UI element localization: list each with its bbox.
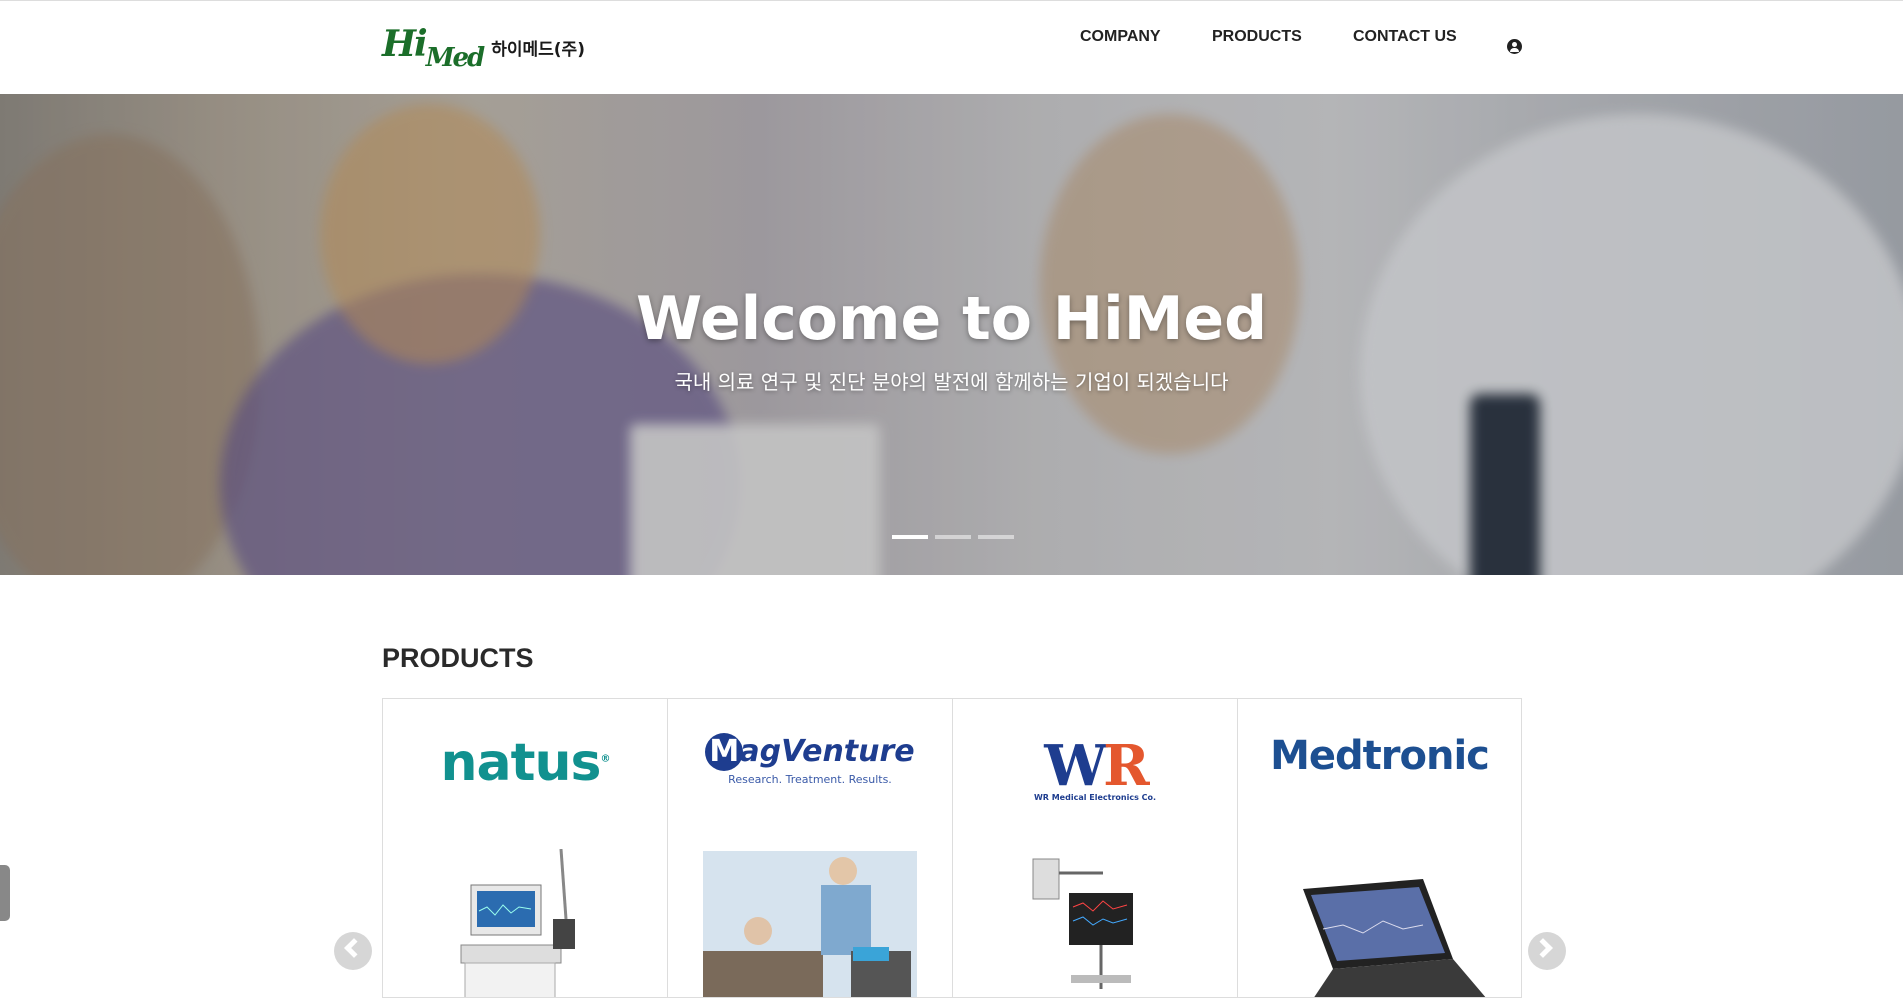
logo-mark: HiMed: [382, 23, 485, 73]
natus-device-image: [460, 849, 575, 997]
natus-logo: natus®: [440, 733, 611, 793]
product-card-natus[interactable]: natus®: [382, 698, 667, 998]
magventure-tagline: Research. Treatment. Results.: [728, 773, 892, 786]
magventure-logo: MagVenture Research. Treatment. Results.: [668, 733, 952, 786]
medtronic-logo: Medtronic: [1270, 733, 1490, 779]
products-carousel: natus® MagVenture Research. Treatment. R…: [382, 698, 1522, 998]
wr-device-image: [1032, 858, 1133, 989]
nav-company[interactable]: COMPANY: [1080, 28, 1161, 46]
hero-carousel: Welcome to HiMed 국내 의료 연구 및 진단 분야의 발전에 함…: [0, 94, 1903, 575]
medtronic-device-image: [1303, 879, 1486, 997]
chevron-right-icon[interactable]: [1528, 932, 1566, 970]
product-card-wr[interactable]: WR WR Medical Electronics Co.: [952, 698, 1237, 998]
carousel-dot-1[interactable]: [892, 535, 928, 539]
side-tab-handle[interactable]: [0, 865, 10, 921]
hero-subtitle: 국내 의료 연구 및 진단 분야의 발전에 함께하는 기업이 되겠습니다: [674, 370, 1229, 394]
nav-contact-us[interactable]: CONTACT US: [1353, 28, 1457, 46]
carousel-dot-3[interactable]: [978, 535, 1014, 539]
carousel-indicators: [892, 535, 1014, 539]
product-card-magventure[interactable]: MagVenture Research. Treatment. Results.: [667, 698, 952, 998]
himed-logo[interactable]: HiMed 하이메드(주): [382, 23, 585, 73]
chevron-left-icon[interactable]: [334, 932, 372, 970]
products-heading: PRODUCTS: [382, 643, 534, 673]
wr-logo: WR WR Medical Electronics Co.: [953, 733, 1237, 802]
nav-products[interactable]: PRODUCTS: [1212, 28, 1302, 46]
wr-tagline: WR Medical Electronics Co.: [1033, 793, 1157, 802]
user-circle-icon[interactable]: [1507, 39, 1522, 54]
hero-title: Welcome to HiMed: [635, 284, 1268, 354]
product-card-medtronic[interactable]: Medtronic: [1237, 698, 1522, 998]
logo-company-name: 하이메드(주): [491, 39, 585, 60]
site-header: HiMed 하이메드(주) COMPANY PRODUCTS CONTACT U…: [0, 0, 1903, 94]
magventure-device-image: [703, 851, 917, 997]
carousel-dot-2[interactable]: [935, 535, 971, 539]
